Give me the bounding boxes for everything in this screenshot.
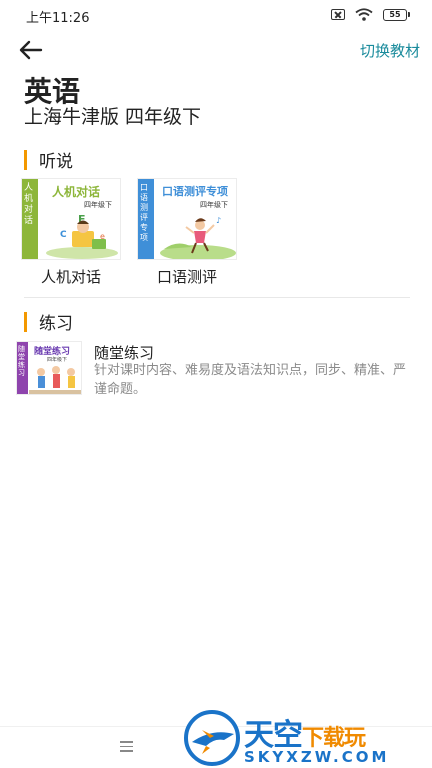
- card-label: 人机对话: [40, 268, 101, 286]
- card-label: 口语测评: [156, 268, 217, 286]
- section-title-practice: 练习: [39, 314, 73, 334]
- practice-description: 针对课时内容、难易度及语法知识点，同步、精准、严谨命题。: [94, 363, 407, 397]
- section-header-listening: 听说: [24, 147, 73, 172]
- card-cover: 人机对话 人机对话 四年级下 E C e: [21, 178, 121, 260]
- watermark-logo-icon: [184, 710, 240, 766]
- cover-spine: 人机对话: [22, 179, 38, 259]
- card-oral-assessment[interactable]: 口语测评专项 口语测评专项 四年级下 ♪ 口语测评: [137, 178, 237, 287]
- section-accent-bar: [24, 311, 27, 332]
- cover-title: 人机对话: [52, 185, 101, 199]
- card-human-machine-dialogue[interactable]: 人机对话 人机对话 四年级下 E C e 人机对话: [21, 178, 121, 287]
- battery-level: 55: [383, 8, 407, 21]
- section-accent-bar: [24, 149, 27, 170]
- cover-spine: 口语测评专项: [138, 179, 154, 259]
- card-cover: 口语测评专项 口语测评专项 四年级下 ♪: [137, 178, 237, 260]
- status-icons: 55: [331, 8, 410, 21]
- svg-text:♪: ♪: [216, 216, 221, 225]
- back-arrow-icon[interactable]: [18, 38, 44, 62]
- site-watermark: 天空下载玩 SKYXZW.COM: [184, 708, 432, 768]
- cover-spine-text: 口语测评专项: [140, 183, 148, 242]
- no-sim-icon: [331, 9, 345, 20]
- cover-spine-text: 随堂练习: [18, 345, 25, 377]
- practice-title: 随堂练习: [94, 344, 155, 362]
- svg-text:C: C: [60, 230, 67, 240]
- textbook-edition: 上海牛津版 四年级下: [24, 106, 202, 128]
- cover-title: 口语测评专项: [162, 185, 228, 198]
- cover-spine: 随堂练习: [17, 342, 28, 394]
- status-time: 上午11:26: [26, 11, 90, 26]
- battery-icon: 55: [383, 8, 410, 21]
- practice-cover: 随堂练习 随堂练习 四年级下: [16, 341, 82, 395]
- practice-item-classroom[interactable]: 随堂练习 随堂练习 四年级下 随堂练习 针对课时内容、难易度及语法知识点，同步、…: [16, 341, 416, 397]
- section-title-listening: 听说: [39, 152, 73, 172]
- section-header-practice: 练习: [24, 309, 73, 334]
- watermark-domain: SKYXZW.COM: [244, 748, 390, 766]
- cover-illustration: E C e: [46, 213, 118, 259]
- switch-textbook-button[interactable]: 切换教材: [360, 40, 420, 61]
- section-divider: [24, 297, 410, 298]
- cover-illustration: [29, 366, 81, 394]
- menu-icon[interactable]: [120, 741, 133, 752]
- status-bar: 上午11:26 55: [0, 0, 432, 30]
- wifi-icon: [355, 8, 373, 21]
- cover-spine-text: 人机对话: [24, 183, 34, 226]
- cover-illustration: ♪: [160, 216, 236, 259]
